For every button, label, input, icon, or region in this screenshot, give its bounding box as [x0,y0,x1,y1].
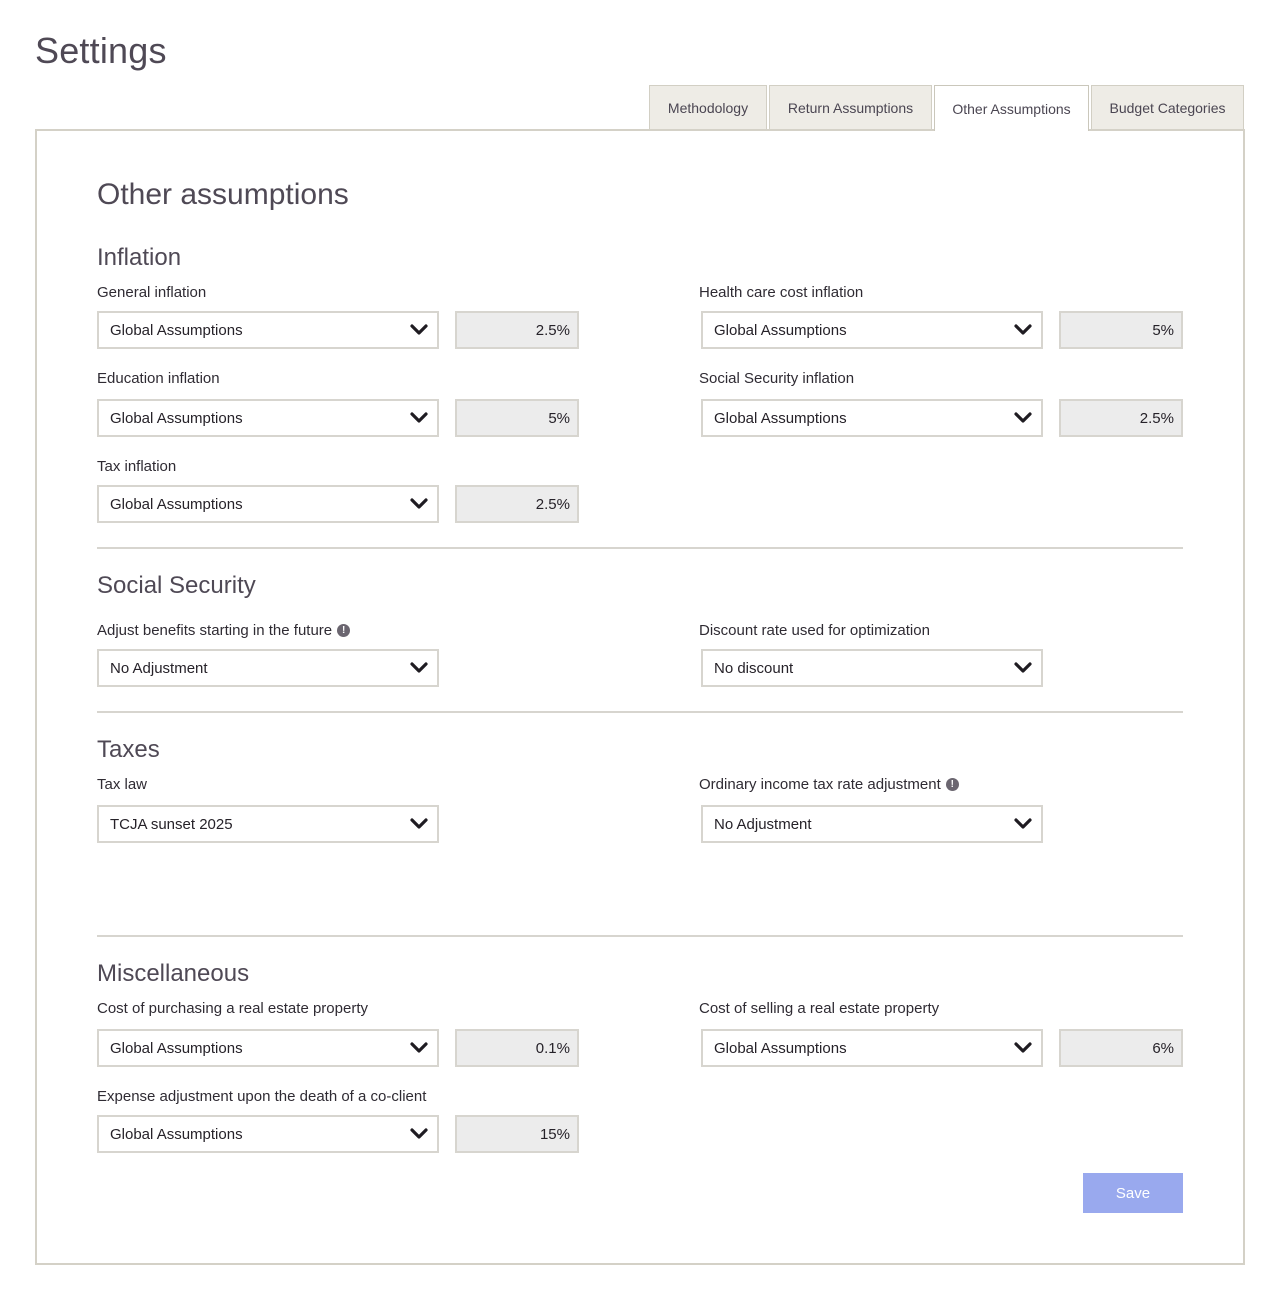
chevron-down-icon [1014,324,1032,335]
health-inflation-select-value: Global Assumptions [714,321,847,339]
chevron-down-icon [1014,1042,1032,1053]
adjust-benefits-select[interactable]: No Adjustment [97,649,439,687]
panel-title: Other assumptions [97,178,349,211]
health-inflation-label: Health care cost inflation [699,284,864,301]
tab-methodology[interactable]: Methodology [649,85,767,130]
tab-return-assumptions[interactable]: Return Assumptions [769,85,932,130]
purchase-cost-select[interactable]: Global Assumptions [97,1029,439,1067]
general-inflation-value: 2.5% [455,311,579,349]
expense-adjustment-select-value: Global Assumptions [110,1125,243,1143]
ordinary-income-select-value: No Adjustment [714,815,812,833]
tax-inflation-label: Tax inflation [97,458,177,475]
ordinary-income-label-text: Ordinary income tax rate adjustment [699,776,941,793]
purchase-cost-label: Cost of purchasing a real estate propert… [97,1000,368,1017]
education-inflation-select-value: Global Assumptions [110,409,243,427]
chevron-down-icon [410,818,428,829]
info-icon[interactable]: ! [945,778,959,791]
discount-rate-label: Discount rate used for optimization [699,622,930,639]
purchase-cost-value: 0.1% [455,1029,579,1067]
page-title: Settings [35,30,167,71]
chevron-down-icon [1014,818,1032,829]
health-inflation-select[interactable]: Global Assumptions [701,311,1043,349]
general-inflation-select-value: Global Assumptions [110,321,243,339]
tax-law-label: Tax law [97,776,148,793]
discount-rate-select-value: No discount [714,659,794,677]
section-divider [97,547,1183,549]
chevron-down-icon [410,1128,428,1139]
selling-cost-value: 6% [1059,1029,1183,1067]
expense-adjustment-select[interactable]: Global Assumptions [97,1115,439,1153]
ss-inflation-select-value: Global Assumptions [714,409,847,427]
education-inflation-value: 5% [455,399,579,437]
info-icon[interactable]: ! [337,624,351,637]
ss-inflation-select[interactable]: Global Assumptions [701,399,1043,437]
tax-inflation-select-value: Global Assumptions [110,495,243,513]
section-divider [97,935,1183,937]
education-inflation-select[interactable]: Global Assumptions [97,399,439,437]
chevron-down-icon [410,662,428,673]
chevron-down-icon [410,412,428,423]
selling-cost-select-value: Global Assumptions [714,1039,847,1057]
ordinary-income-select[interactable]: No Adjustment [701,805,1043,843]
education-inflation-label: Education inflation [97,370,220,387]
tax-inflation-value: 2.5% [455,485,579,523]
selling-cost-label: Cost of selling a real estate property [699,1000,940,1017]
health-inflation-value: 5% [1059,311,1183,349]
tab-other-assumptions[interactable]: Other Assumptions [934,85,1089,131]
general-inflation-label: General inflation [97,284,207,301]
ss-inflation-value: 2.5% [1059,399,1183,437]
expense-adjustment-label: Expense adjustment upon the death of a c… [97,1088,427,1105]
miscellaneous-heading: Miscellaneous [97,960,250,987]
tax-inflation-select[interactable]: Global Assumptions [97,485,439,523]
social-security-heading: Social Security [97,572,256,599]
ss-inflation-label: Social Security inflation [699,370,855,387]
purchase-cost-select-value: Global Assumptions [110,1039,243,1057]
chevron-down-icon [1014,662,1032,673]
adjust-benefits-select-value: No Adjustment [110,659,208,677]
selling-cost-select[interactable]: Global Assumptions [701,1029,1043,1067]
adjust-benefits-label: Adjust benefits starting in the future ! [97,622,351,639]
expense-adjustment-value: 15% [455,1115,579,1153]
taxes-heading: Taxes [97,736,160,763]
chevron-down-icon [1014,412,1032,423]
tax-law-select-value: TCJA sunset 2025 [110,815,233,833]
tax-law-select[interactable]: TCJA sunset 2025 [97,805,439,843]
save-button[interactable]: Save [1083,1173,1183,1213]
adjust-benefits-label-text: Adjust benefits starting in the future [97,622,333,639]
chevron-down-icon [410,498,428,509]
section-divider [97,711,1183,713]
chevron-down-icon [410,1042,428,1053]
chevron-down-icon [410,324,428,335]
inflation-heading: Inflation [97,244,182,271]
tab-budget-categories[interactable]: Budget Categories [1091,85,1244,130]
ordinary-income-label: Ordinary income tax rate adjustment ! [699,776,959,793]
general-inflation-select[interactable]: Global Assumptions [97,311,439,349]
discount-rate-select[interactable]: No discount [701,649,1043,687]
